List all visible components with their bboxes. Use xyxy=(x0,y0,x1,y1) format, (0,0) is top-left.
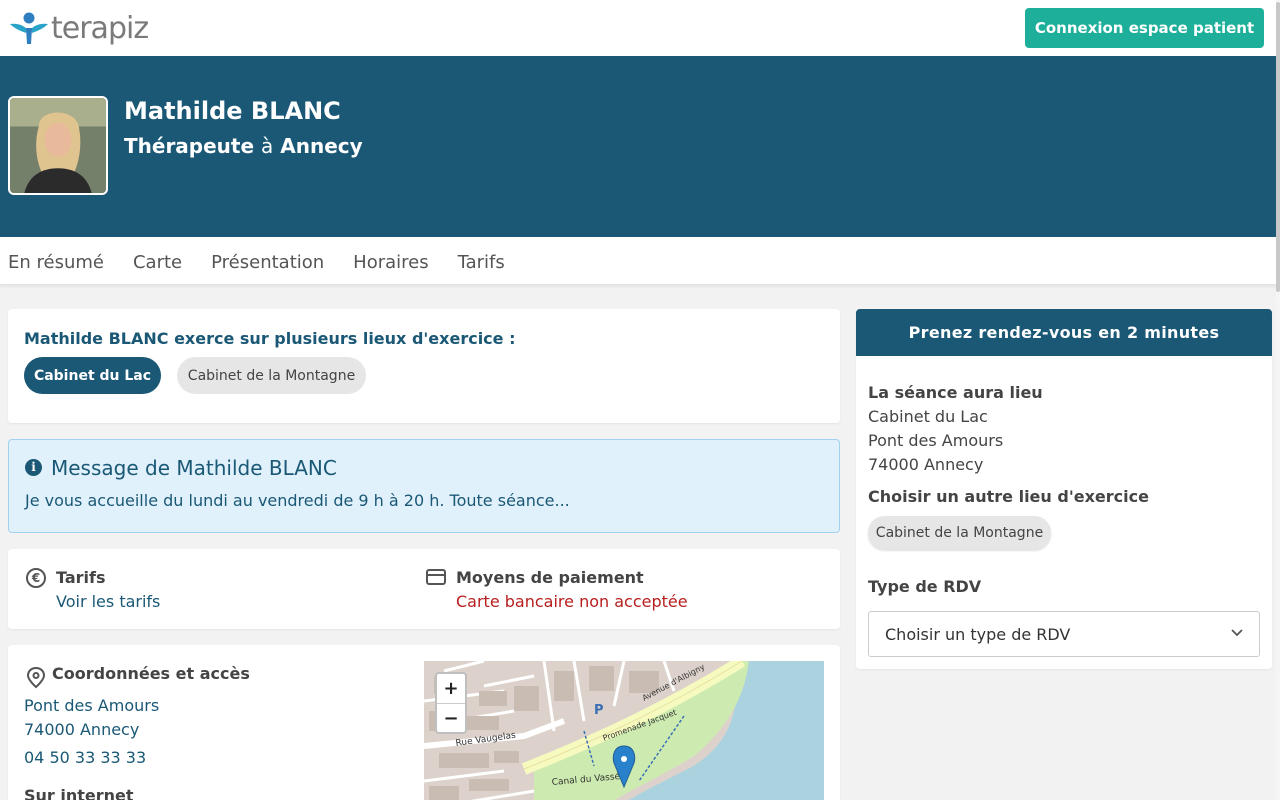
appointment-type-select[interactable]: Choisir un type de RDV xyxy=(868,611,1260,657)
phone-link[interactable]: 04 50 33 33 33 xyxy=(24,748,146,767)
booking-location-name: Cabinet du Lac xyxy=(868,407,988,426)
location-map[interactable]: Rue Vaugelas Promenade Jacquet Avenue d'… xyxy=(424,661,824,800)
message-title: Message de Mathilde BLANC xyxy=(51,456,337,480)
locations-card: Mathilde BLANC exerce sur plusieurs lieu… xyxy=(8,309,840,423)
pricing-label: Tarifs xyxy=(56,568,106,587)
info-icon: i xyxy=(25,459,42,476)
internet-label: Sur internet xyxy=(24,786,134,800)
euro-icon: € xyxy=(26,568,46,588)
svg-text:P: P xyxy=(594,703,604,718)
practitioner-subtitle: Thérapeute à Annecy xyxy=(124,134,363,158)
tab-presentation[interactable]: Présentation xyxy=(211,237,324,284)
booking-location-label: La séance aura lieu xyxy=(868,383,1043,402)
practitioner-city: Annecy xyxy=(280,134,363,158)
location-pin-icon xyxy=(26,667,46,689)
practitioner-message: i Message de Mathilde BLANC Je vous accu… xyxy=(8,439,840,533)
booking-header: Prenez rendez-vous en 2 minutes xyxy=(856,309,1272,356)
terapiz-logo-text: terapiz xyxy=(51,11,149,46)
contact-card: Coordonnées et accès Pont des Amours 740… xyxy=(8,645,840,800)
practitioner-profession: Thérapeute xyxy=(124,134,255,158)
avatar xyxy=(8,96,108,195)
top-bar: terapiz Connexion espace patient xyxy=(0,0,1280,56)
message-text: Je vous accueille du lundi au vendredi d… xyxy=(25,491,570,510)
scrollbar-thumb[interactable] xyxy=(1276,2,1280,292)
see-prices-link[interactable]: Voir les tarifs xyxy=(56,592,160,611)
booking-location-option[interactable]: Cabinet de la Montagne xyxy=(868,516,1051,549)
chevron-down-icon xyxy=(1231,629,1243,637)
avatar-photo xyxy=(10,98,106,193)
booking-location-city: 74000 Annecy xyxy=(868,455,984,474)
terapiz-logo-icon xyxy=(10,12,48,44)
location-cabinet-du-lac[interactable]: Cabinet du Lac xyxy=(24,357,161,394)
practitioner-name: Mathilde BLANC xyxy=(124,97,341,125)
tab-horaires[interactable]: Horaires xyxy=(353,237,428,284)
credit-card-icon xyxy=(426,569,446,585)
booking-panel: Prenez rendez-vous en 2 minutes La séanc… xyxy=(856,309,1272,669)
tab-carte[interactable]: Carte xyxy=(133,237,182,284)
address-street: Pont des Amours xyxy=(24,696,160,715)
zoom-out-button[interactable]: − xyxy=(437,703,465,732)
profile-header: Mathilde BLANC Thérapeute à Annecy xyxy=(0,56,1280,237)
booking-other-location-label: Choisir un autre lieu d'exercice xyxy=(868,487,1149,506)
zoom-in-button[interactable]: + xyxy=(437,674,465,703)
practitioner-preposition: à xyxy=(261,134,274,158)
payment-methods-label: Moyens de paiement xyxy=(456,568,644,587)
tab-resume[interactable]: En résumé xyxy=(8,237,104,284)
address-city: 74000 Annecy xyxy=(24,720,140,739)
appointment-type-value: Choisir un type de RDV xyxy=(885,625,1071,644)
locations-title: Mathilde BLANC exerce sur plusieurs lieu… xyxy=(24,329,516,348)
map-zoom-controls: + − xyxy=(435,672,467,734)
terapiz-logo[interactable]: terapiz xyxy=(9,11,149,46)
appointment-type-label: Type de RDV xyxy=(868,577,982,596)
payment-methods-value: Carte bancaire non acceptée xyxy=(456,592,688,611)
patient-login-button[interactable]: Connexion espace patient xyxy=(1025,8,1264,48)
tab-tarifs[interactable]: Tarifs xyxy=(458,237,505,284)
contact-title: Coordonnées et accès xyxy=(52,664,250,683)
section-tabs: En résumé Carte Présentation Horaires Ta… xyxy=(0,237,1280,285)
page-scrollbar[interactable] xyxy=(1276,0,1280,800)
pricing-card: € Tarifs Voir les tarifs Moyens de paiem… xyxy=(8,549,840,629)
booking-location-street: Pont des Amours xyxy=(868,431,1004,450)
location-cabinet-de-la-montagne[interactable]: Cabinet de la Montagne xyxy=(177,357,366,394)
map-tiles: Rue Vaugelas Promenade Jacquet Avenue d'… xyxy=(424,661,824,800)
